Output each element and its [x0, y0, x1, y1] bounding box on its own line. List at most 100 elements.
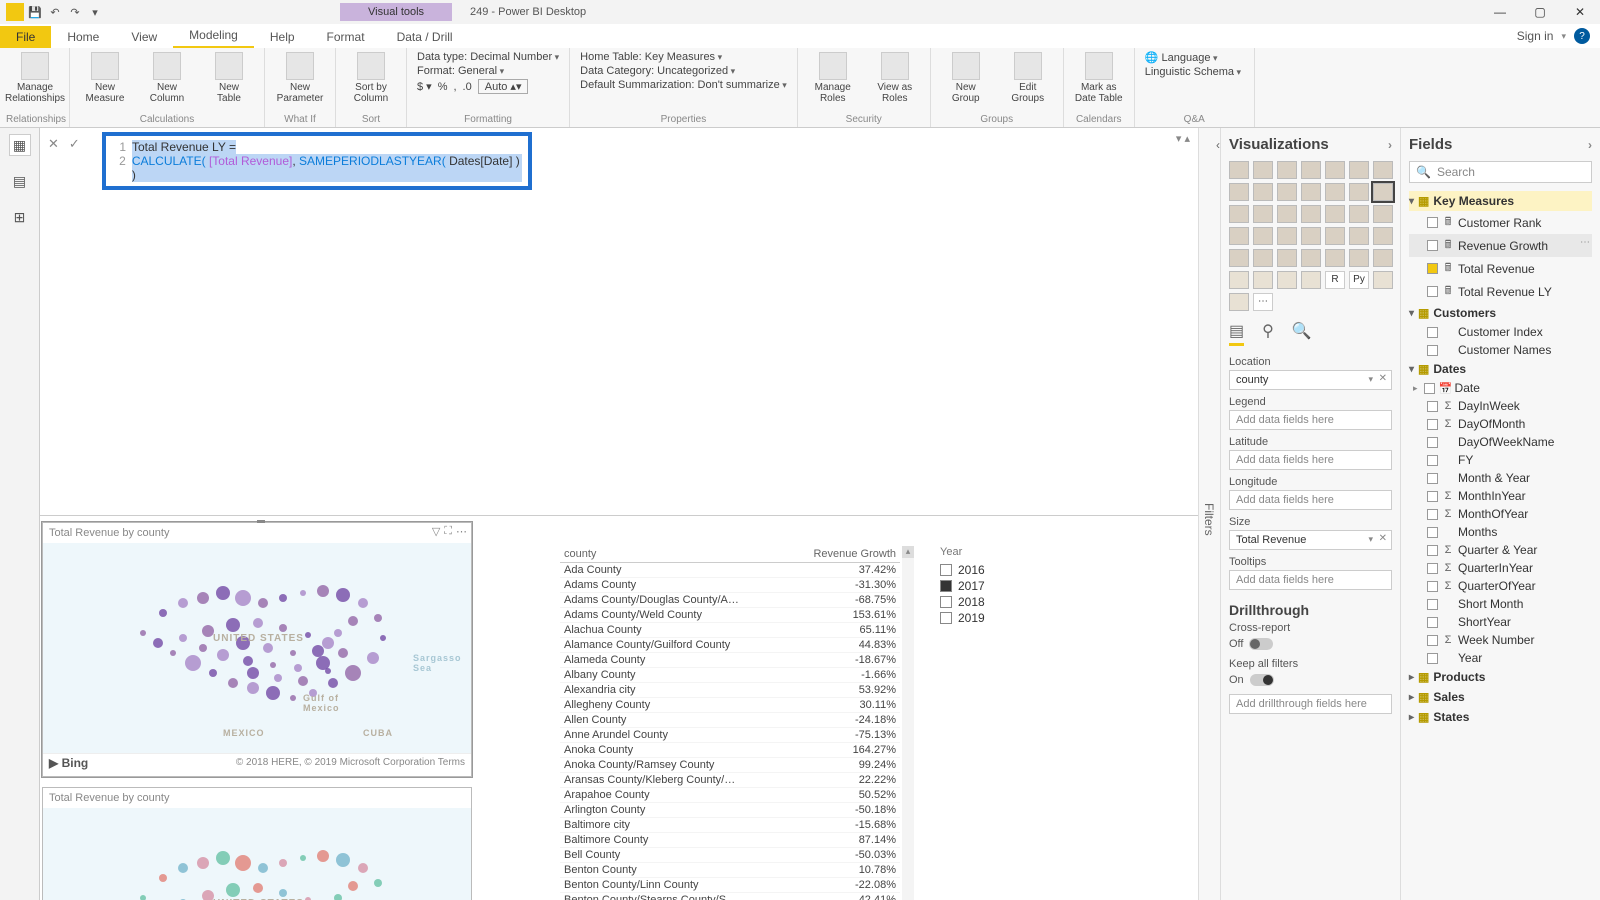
redo-icon[interactable]: ↷	[66, 3, 84, 21]
table-scrollbar[interactable]: ▴ ▾	[902, 546, 914, 900]
comma-icon[interactable]: ,	[453, 81, 456, 93]
table-header[interactable]: ▸▦Products	[1409, 667, 1592, 687]
field-checkbox[interactable]	[1427, 217, 1438, 228]
viz-type-icon[interactable]	[1373, 205, 1393, 223]
map-visual-1[interactable]: Total Revenue by county ▽ ⛶ ⋯ UNITED STA…	[42, 522, 472, 777]
tab-modeling[interactable]: Modeling	[173, 24, 254, 48]
table-row[interactable]: Anne Arundel County-75.13%	[560, 727, 900, 742]
scroll-up-icon[interactable]: ▴	[902, 546, 914, 558]
table-row[interactable]: Allegheny County30.11%	[560, 697, 900, 712]
qat-dropdown-icon[interactable]: ▾	[86, 3, 104, 21]
table-row[interactable]: Anoka County164.27%	[560, 742, 900, 757]
slicer-item[interactable]: 2018	[940, 594, 1060, 610]
viz-type-icon[interactable]	[1325, 205, 1345, 223]
viz-type-icon[interactable]	[1229, 205, 1249, 223]
data-view-icon[interactable]: ▤	[9, 170, 31, 192]
table-row[interactable]: Albany County-1.66%	[560, 667, 900, 682]
viz-type-icon[interactable]	[1373, 271, 1393, 289]
table-row[interactable]: Baltimore city-15.68%	[560, 817, 900, 832]
viz-type-icon[interactable]	[1373, 249, 1393, 267]
viz-type-icon[interactable]	[1253, 271, 1273, 289]
well-longitude[interactable]: Add data fields here	[1229, 490, 1392, 510]
maximize-icon[interactable]: ▢	[1520, 0, 1560, 24]
table-row[interactable]: Bell County-50.03%	[560, 847, 900, 862]
viz-type-icon[interactable]	[1277, 205, 1297, 223]
field-item[interactable]: Customer Index	[1409, 323, 1592, 341]
auto-decimals-input[interactable]: Auto ▴▾	[478, 79, 529, 94]
slicer-checkbox[interactable]	[940, 596, 952, 608]
view-as-roles-button[interactable]: View as Roles	[866, 50, 924, 104]
field-checkbox[interactable]	[1427, 327, 1438, 338]
table-row[interactable]: Adams County-31.30%	[560, 577, 900, 592]
tab-home[interactable]: Home	[51, 26, 115, 48]
table-row[interactable]: Aransas County/Kleberg County/…22.22%	[560, 772, 900, 787]
viz-type-icon[interactable]	[1229, 227, 1249, 245]
data-category-dropdown[interactable]: Data Category: Uncategorized	[580, 65, 735, 77]
field-checkbox[interactable]	[1427, 599, 1438, 610]
chevron-icon[interactable]: ▸	[1409, 712, 1414, 723]
field-item[interactable]: 🖩Revenue Growth⋯	[1409, 234, 1592, 257]
viz-type-icon[interactable]	[1229, 293, 1249, 311]
new-parameter-button[interactable]: New Parameter	[271, 50, 329, 104]
edit-groups-button[interactable]: Edit Groups	[999, 50, 1057, 104]
viz-type-icon[interactable]: R	[1325, 271, 1345, 289]
linguistic-schema-dropdown[interactable]: Linguistic Schema	[1145, 66, 1241, 78]
field-item[interactable]: 🖩Customer Rank	[1409, 211, 1592, 234]
field-item[interactable]: ΣDayInWeek	[1409, 397, 1592, 415]
formula-commit-icon[interactable]: ✓	[69, 136, 80, 152]
field-checkbox[interactable]	[1427, 401, 1438, 412]
manage-relationships-button[interactable]: Manage Relationships	[6, 50, 64, 104]
tab-help[interactable]: Help	[254, 26, 311, 48]
viz-type-icon[interactable]	[1277, 249, 1297, 267]
table-row[interactable]: Anoka County/Ramsey County99.24%	[560, 757, 900, 772]
viz-type-icon[interactable]	[1277, 161, 1297, 179]
filters-pane-collapsed[interactable]: ‹ Filters	[1198, 128, 1220, 900]
viz-type-icon[interactable]	[1301, 227, 1321, 245]
field-item[interactable]: DayOfWeekName	[1409, 433, 1592, 451]
sign-in-link[interactable]: Sign in	[1517, 29, 1554, 43]
field-item[interactable]: Month & Year	[1409, 469, 1592, 487]
field-item[interactable]: 🖩Total Revenue	[1409, 257, 1592, 280]
viz-type-icon[interactable]	[1325, 161, 1345, 179]
field-item[interactable]: Year	[1409, 649, 1592, 667]
signin-chevron-icon[interactable]: ▾	[1561, 31, 1566, 42]
slicer-item[interactable]: 2019	[940, 610, 1060, 626]
formula-collapse-icon[interactable]: ▾ ▴	[1176, 132, 1190, 145]
well-legend[interactable]: Add data fields here	[1229, 410, 1392, 430]
decimal-icon[interactable]: .0	[463, 81, 472, 93]
viz-type-icon[interactable]: Py	[1349, 271, 1369, 289]
table-header[interactable]: ▸▦Sales	[1409, 687, 1592, 707]
viz-pane-collapse-icon[interactable]: ›	[1388, 138, 1392, 152]
fields-tab-icon[interactable]: ▤	[1229, 321, 1244, 346]
data-type-dropdown[interactable]: Data type: Decimal Number	[417, 51, 559, 63]
table-visual[interactable]: county Revenue Growth Ada County37.42%Ad…	[560, 546, 900, 900]
default-summarization-dropdown[interactable]: Default Summarization: Don't summarize	[580, 79, 787, 91]
table-row[interactable]: Benton County10.78%	[560, 862, 900, 877]
resize-handle-icon[interactable]	[257, 520, 265, 523]
chevron-icon[interactable]: ▾	[1409, 196, 1414, 207]
viz-type-icon[interactable]	[1325, 227, 1345, 245]
field-checkbox[interactable]	[1427, 286, 1438, 297]
field-item[interactable]: ΣQuarterOfYear	[1409, 577, 1592, 595]
year-slicer[interactable]: Year 2016201720182019	[940, 546, 1060, 626]
field-checkbox[interactable]	[1427, 617, 1438, 628]
slicer-checkbox[interactable]	[940, 612, 952, 624]
formula-bar[interactable]: ✕ ✓ 1Total Revenue LY = 2CALCULATE( [Tot…	[40, 128, 1198, 516]
viz-gallery[interactable]: RPy⋯	[1229, 161, 1392, 311]
field-item[interactable]: ΣWeek Number	[1409, 631, 1592, 649]
minimize-icon[interactable]: —	[1480, 0, 1520, 24]
field-item[interactable]: ΣQuarterInYear	[1409, 559, 1592, 577]
slicer-checkbox[interactable]	[940, 564, 952, 576]
field-item[interactable]: ΣMonthInYear	[1409, 487, 1592, 505]
visual-more-icon[interactable]: ⋯	[456, 525, 467, 538]
field-checkbox[interactable]	[1427, 473, 1438, 484]
viz-type-icon[interactable]	[1325, 183, 1345, 201]
field-checkbox[interactable]	[1427, 263, 1438, 274]
new-table-button[interactable]: New Table	[200, 50, 258, 104]
viz-type-icon[interactable]	[1301, 205, 1321, 223]
table-row[interactable]: Arlington County-50.18%	[560, 802, 900, 817]
field-checkbox[interactable]	[1427, 240, 1438, 251]
field-item[interactable]: 🖩Total Revenue LY	[1409, 280, 1592, 303]
field-checkbox[interactable]	[1427, 491, 1438, 502]
cross-report-toggle[interactable]	[1249, 638, 1273, 650]
